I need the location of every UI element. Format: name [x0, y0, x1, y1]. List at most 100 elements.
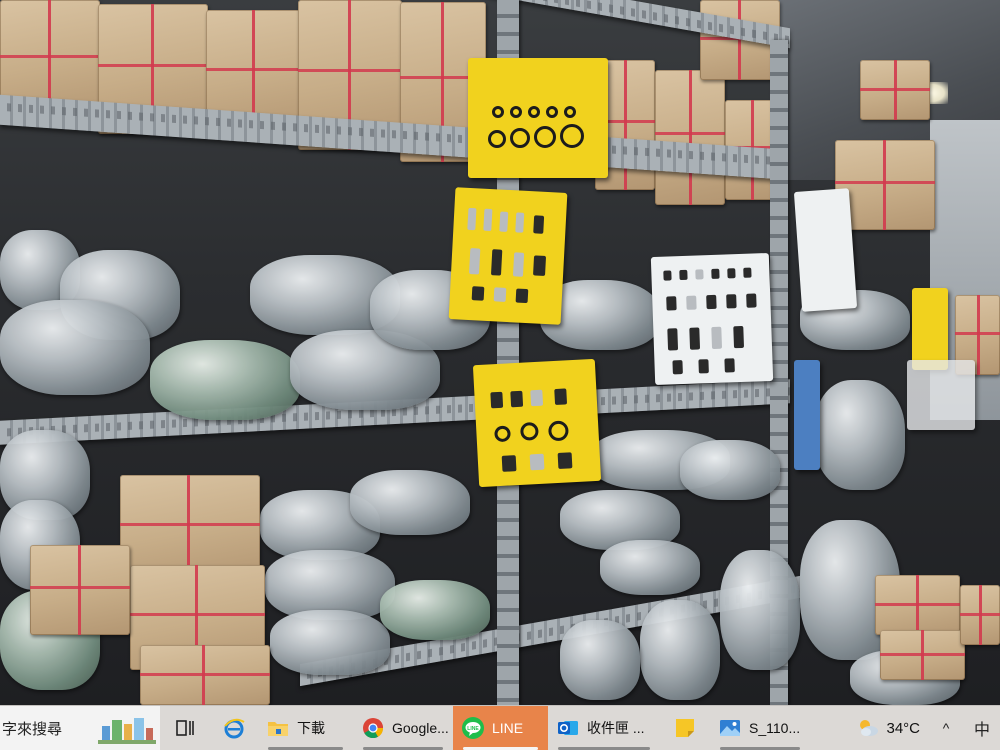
input-method-indicator[interactable]: 中: [964, 706, 1000, 750]
fitting: [711, 326, 723, 350]
sticky-notes-button[interactable]: [660, 706, 710, 750]
cardboard-box: [140, 645, 270, 705]
outlook-label: 收件匣 ...: [587, 720, 645, 736]
search-placeholder-text: 字來搜尋: [2, 720, 63, 738]
chrome-icon: [363, 718, 384, 739]
internet-explorer-icon: [224, 718, 245, 739]
plastic-bag: [907, 360, 975, 430]
parts-bag: [150, 340, 300, 420]
parts-bag: [720, 550, 800, 670]
show-hidden-icons-chevron-icon[interactable]: ^: [928, 706, 964, 750]
fitting: [743, 267, 752, 278]
line-label: LINE: [492, 720, 524, 736]
cardboard-box: [30, 545, 130, 635]
o-ring: [519, 421, 539, 441]
parts-bag: [350, 470, 470, 535]
fitting: [672, 360, 683, 375]
fitting: [469, 248, 481, 275]
temperature-text: 34°C: [886, 719, 920, 737]
fitting: [515, 288, 529, 304]
cardboard-box: [655, 70, 725, 205]
hardware-display-board: [650, 252, 774, 386]
sticky-notes-icon: [676, 719, 694, 737]
fitting: [512, 252, 525, 277]
fitting: [499, 211, 509, 232]
o-ring: [560, 124, 584, 148]
fitting: [467, 207, 477, 231]
task-view-icon: [176, 720, 194, 736]
partly-cloudy-icon: [860, 720, 879, 736]
knob: [529, 453, 545, 471]
fitting: [533, 215, 545, 234]
fitting: [711, 268, 720, 279]
o-ring: [547, 420, 569, 442]
o-ring: [564, 106, 576, 118]
fitting: [727, 268, 736, 279]
file-explorer-label: 下載: [297, 720, 325, 736]
parts-bag: [560, 620, 640, 700]
file-explorer-button[interactable]: 下載: [258, 706, 353, 750]
knob: [557, 452, 573, 469]
fitting: [706, 294, 717, 310]
outlook-icon: [558, 721, 578, 735]
weather-widget[interactable]: 34°C: [848, 706, 928, 750]
cardboard-box: [880, 630, 965, 680]
fitting: [733, 325, 745, 349]
o-ring: [488, 130, 506, 148]
svg-text:LINE: LINE: [467, 726, 479, 732]
fitting: [663, 270, 672, 281]
system-tray: 34°C ^ 中: [848, 706, 1000, 750]
fitting: [698, 359, 709, 374]
cardboard-box: [860, 60, 930, 120]
outlook-button[interactable]: 收件匣 ...: [548, 706, 660, 750]
fitting: [689, 327, 701, 350]
knob: [510, 390, 524, 408]
parts-bag: [270, 610, 390, 675]
knob: [490, 391, 504, 409]
line-button[interactable]: LINE LINE: [453, 705, 548, 750]
photos-button[interactable]: S_110...: [710, 706, 810, 750]
line-icon: LINE: [462, 717, 484, 739]
o-ring: [492, 106, 504, 118]
fitting: [483, 208, 493, 232]
knob: [501, 455, 517, 472]
o-ring: [494, 425, 511, 443]
parts-bag: [640, 600, 720, 700]
fitting: [493, 287, 507, 302]
hardware-display-board: [793, 188, 858, 312]
taskbar-search-box[interactable]: 字來搜尋: [0, 705, 160, 750]
blue-label-card: [794, 360, 820, 470]
photos-icon: [720, 720, 740, 736]
fitting: [490, 249, 503, 276]
desktop-wallpaper-photo: [0, 0, 1000, 705]
fitting: [726, 294, 737, 309]
taskbar: 字來搜尋 下載 Google... LINE LINE 收件匣 ... S_11…: [0, 705, 1000, 750]
fitting: [686, 295, 697, 310]
parts-bag: [0, 300, 150, 395]
search-highlight-icon: [98, 717, 156, 744]
task-view-button[interactable]: [160, 706, 210, 750]
chrome-button[interactable]: Google...: [353, 706, 453, 750]
chrome-label: Google...: [392, 720, 449, 736]
fitting: [533, 255, 547, 276]
fitting: [695, 269, 704, 280]
folder-icon: [268, 722, 288, 736]
fitting: [666, 296, 677, 311]
photos-label: S_110...: [749, 720, 801, 736]
fitting-display-board: [448, 187, 568, 325]
fitting: [679, 269, 688, 281]
knob: [554, 388, 568, 406]
fitting: [724, 358, 735, 373]
parts-bag: [680, 440, 780, 500]
small-display-board: [912, 288, 948, 370]
o-ring: [546, 106, 558, 118]
cardboard-box: [875, 575, 960, 635]
o-ring: [510, 106, 522, 118]
internet-explorer-button[interactable]: [210, 706, 258, 750]
cardboard-box: [960, 585, 1000, 645]
fitting: [746, 293, 757, 308]
knob: [530, 389, 544, 407]
parts-bag: [815, 380, 905, 490]
fitting: [667, 328, 679, 351]
fitting: [471, 286, 485, 301]
